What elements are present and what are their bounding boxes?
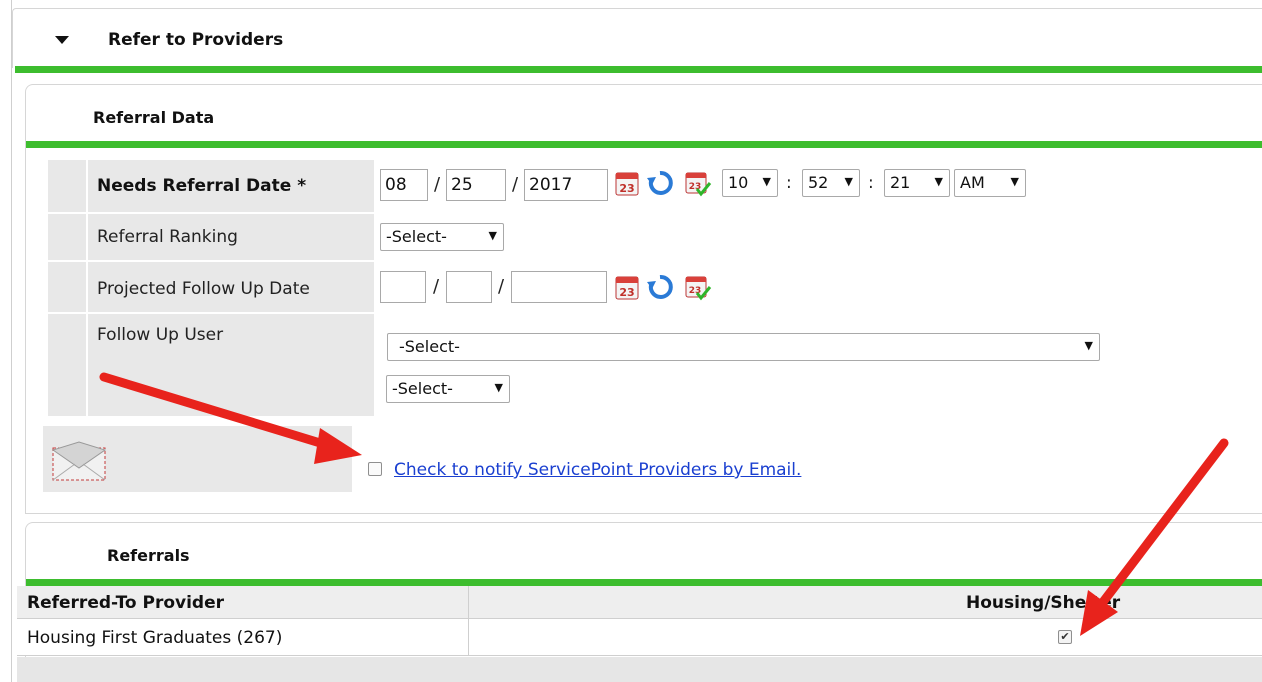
projected-follow-up-date-label: Projected Follow Up Date [97, 279, 310, 299]
follow-up-month-input[interactable] [380, 271, 426, 303]
svg-text:23: 23 [619, 182, 634, 195]
table-row: Housing First Graduates (267) ✔ [17, 619, 1262, 656]
collapse-triangle-icon[interactable] [55, 36, 69, 44]
follow-up-day-input[interactable] [446, 271, 492, 303]
panel-title: Referral Data [93, 108, 215, 127]
refresh-icon[interactable] [646, 169, 674, 197]
minute-select[interactable]: 52 ▼ [802, 169, 860, 197]
column-divider [468, 619, 469, 656]
hour-select[interactable]: 10 ▼ [722, 169, 778, 197]
row-gutter [48, 314, 86, 416]
referral-month-input[interactable]: 08 [380, 169, 428, 201]
section-header[interactable]: Refer to Providers [12, 8, 1262, 68]
provider-name: Housing First Graduates (267) [27, 628, 283, 648]
panel-title: Referrals [107, 546, 190, 565]
calendar-icon[interactable]: 23 [614, 273, 642, 301]
dropdown-arrow-icon: ▼ [494, 381, 503, 394]
required-marker: * [297, 176, 307, 196]
dropdown-arrow-icon: ▼ [934, 175, 943, 188]
dropdown-arrow-icon: ▼ [844, 175, 853, 188]
referrals-table-header: Referred-To Provider Housing/Shelter [17, 586, 1262, 619]
row-gutter [48, 262, 86, 312]
referral-day-input[interactable]: 25 [446, 169, 506, 201]
column-header-provider[interactable]: Referred-To Provider [27, 593, 224, 613]
section-title: Refer to Providers [108, 30, 284, 50]
section-divider [15, 66, 1262, 73]
second-select[interactable]: 21 ▼ [884, 169, 950, 197]
row-gutter [48, 214, 86, 260]
page-frame: Refer to Providers Referral Data Needs R… [11, 0, 1262, 682]
referral-ranking-select[interactable]: -Select- ▼ [380, 223, 504, 251]
dropdown-arrow-icon: ▼ [488, 229, 497, 242]
follow-up-user-label: Follow Up User [97, 325, 224, 345]
time-separator: : [868, 173, 874, 193]
needs-referral-date-label: Needs Referral Date * [97, 176, 307, 196]
notify-email-checkbox[interactable] [368, 462, 382, 476]
housing-shelter-checkbox[interactable]: ✔ [1058, 630, 1072, 644]
time-separator: : [786, 173, 792, 193]
calendar-icon[interactable]: 23 [614, 169, 642, 197]
row-gutter [48, 160, 86, 212]
referral-ranking-label: Referral Ranking [97, 227, 238, 247]
follow-up-user-secondary-select[interactable]: -Select- ▼ [386, 375, 510, 403]
column-header-housing-shelter[interactable]: Housing/Shelter [966, 593, 1120, 613]
referral-year-input[interactable]: 2017 [524, 169, 608, 201]
date-separator: / [498, 276, 505, 297]
dropdown-arrow-icon: ▼ [1084, 339, 1093, 352]
panel-divider [26, 579, 1262, 586]
calendar-check-icon[interactable]: 23 [684, 273, 712, 301]
date-separator: / [433, 276, 440, 297]
envelope-icon [51, 441, 107, 481]
table-footer [17, 657, 1262, 682]
dropdown-arrow-icon: ▼ [1010, 175, 1019, 188]
svg-text:23: 23 [619, 286, 634, 299]
ampm-select[interactable]: AM ▼ [954, 169, 1026, 197]
email-notify-cell [43, 426, 352, 492]
date-separator: / [512, 174, 519, 195]
notify-email-link[interactable]: Check to notify ServicePoint Providers b… [394, 460, 801, 480]
panel-divider [26, 141, 1262, 148]
refresh-icon[interactable] [646, 273, 674, 301]
follow-up-year-input[interactable] [511, 271, 607, 303]
calendar-check-icon[interactable]: 23 [684, 169, 712, 197]
column-divider [468, 586, 469, 619]
follow-up-user-select[interactable]: -Select- ▼ [387, 333, 1100, 361]
date-separator: / [434, 174, 441, 195]
dropdown-arrow-icon: ▼ [762, 175, 771, 188]
